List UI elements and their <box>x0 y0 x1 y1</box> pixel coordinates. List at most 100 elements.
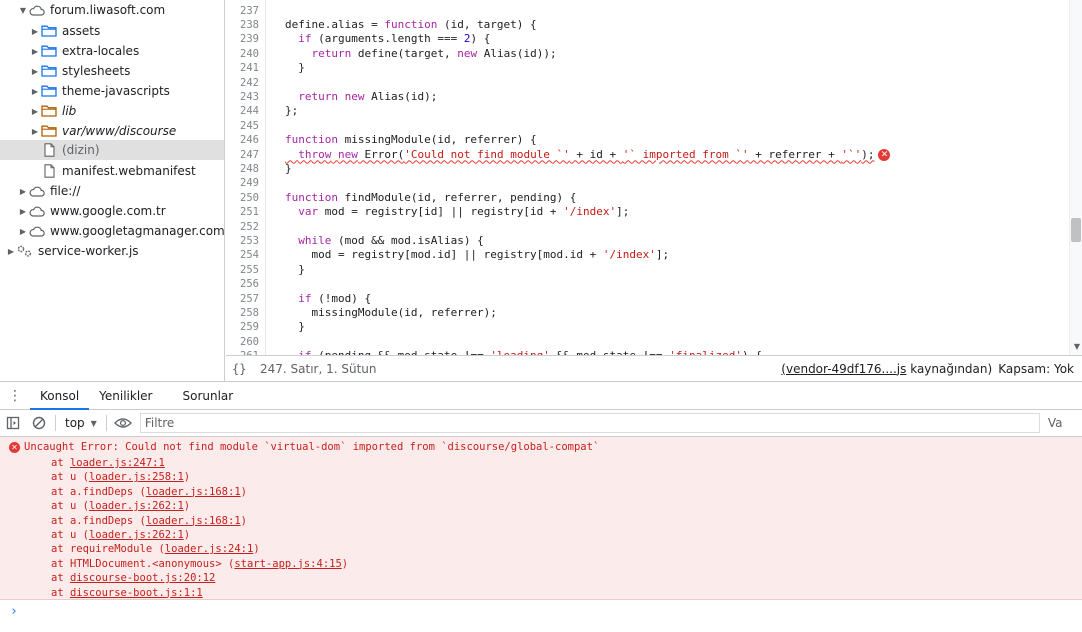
stack-frame-link[interactable]: loader.js:24:1 <box>165 543 254 555</box>
expand-arrow-right-icon[interactable]: ▶ <box>30 106 40 116</box>
log-levels-dropdown[interactable]: Va <box>1048 416 1063 430</box>
code-line[interactable]: missingModule(id, referrer); <box>285 306 496 320</box>
code-line-text: function missingModule(id, referrer) { <box>285 133 537 146</box>
tree-item[interactable]: ▶ lib <box>0 101 224 121</box>
code-line[interactable]: } <box>285 263 305 277</box>
console-prompt[interactable]: › <box>10 604 18 619</box>
tree-item[interactable]: ▼ forum.liwasoft.com <box>0 0 224 20</box>
stack-frame-link[interactable]: loader.js:262:1 <box>89 500 184 512</box>
expand-arrow-right-icon[interactable]: ▶ <box>30 26 40 36</box>
stack-frame-link[interactable]: discourse-boot.js:20:12 <box>70 572 215 584</box>
stack-frame-link[interactable]: loader.js:168:1 <box>146 515 241 527</box>
error-badge-icon[interactable]: ✕ <box>878 148 891 161</box>
code-line[interactable]: mod = registry[mod.id] || registry[mod.i… <box>285 248 669 262</box>
expand-arrow-down-icon[interactable]: ▼ <box>18 5 28 15</box>
tab-console[interactable]: Konsol <box>30 382 90 410</box>
live-expression-eye-icon[interactable] <box>110 411 136 435</box>
stack-frame-link[interactable]: loader.js:262:1 <box>89 529 184 541</box>
code-token: (!mod) { <box>311 291 372 305</box>
code-token: } <box>285 61 305 75</box>
code-line[interactable]: } <box>285 61 305 75</box>
tree-item-label: manifest.webmanifest <box>62 164 196 178</box>
stack-frame-link[interactable]: loader.js:247:1 <box>70 457 165 469</box>
clear-console-icon[interactable] <box>26 411 52 435</box>
more-options-icon[interactable]: ⋮ <box>0 388 30 404</box>
context-selector[interactable]: top ▼ <box>59 416 103 430</box>
tree-item[interactable]: (dizin) <box>0 140 224 160</box>
code-line-text: if (arguments.length === 2) { <box>285 32 490 45</box>
expand-arrow-right-icon[interactable]: ▶ <box>30 126 40 136</box>
code-line-text: return define(target, new Alias(id)); <box>285 47 557 60</box>
tree-item[interactable]: manifest.webmanifest <box>0 161 224 181</box>
stack-frame-link[interactable]: start-app.js:4:15 <box>234 558 341 570</box>
tree-item[interactable]: ▶ file:// <box>0 181 224 201</box>
code-token: '/index' <box>602 248 656 262</box>
code-line[interactable]: }; <box>285 104 298 118</box>
expand-arrow-right-icon[interactable]: ▶ <box>30 46 40 56</box>
tree-item-label: stylesheets <box>62 64 131 78</box>
expand-arrow-right-icon[interactable]: ▶ <box>18 186 28 196</box>
code-line[interactable]: if (arguments.length === 2) { <box>285 32 490 46</box>
expand-arrow-right-icon[interactable]: ▶ <box>30 86 40 96</box>
stack-frame: at loader.js:247:1 <box>51 456 165 470</box>
tree-item[interactable]: ▶ assets <box>0 21 224 41</box>
stack-frame-link[interactable]: loader.js:168:1 <box>146 486 241 498</box>
expand-arrow-right-icon[interactable]: ▶ <box>18 206 28 216</box>
code-line[interactable]: while (mod && mod.isAlias) { <box>285 234 483 248</box>
code-token: if <box>298 291 312 305</box>
tree-item[interactable]: ▶ stylesheets <box>0 61 224 81</box>
tree-item-label: forum.liwasoft.com <box>50 3 166 17</box>
expand-arrow-right-icon[interactable]: ▶ <box>18 226 28 236</box>
code-line[interactable]: throw new Error('Could not find module `… <box>285 147 891 162</box>
code-line[interactable]: return define(target, new Alias(id)); <box>285 47 557 61</box>
editor-scrollbar[interactable]: ▼ <box>1069 0 1082 355</box>
folder-icon <box>40 44 58 58</box>
source-map-link[interactable]: (vendor-49df176....js <box>781 362 906 376</box>
stack-frame-prefix: at HTMLDocument.<anonymous> ( <box>51 557 235 570</box>
code-line[interactable]: } <box>285 162 292 176</box>
stack-frame-prefix: at <box>51 457 70 469</box>
code-token: Error( <box>357 147 405 161</box>
expand-arrow-right-icon[interactable]: ▶ <box>30 66 40 76</box>
code-line[interactable]: if (!mod) { <box>285 292 371 306</box>
stack-frame-link[interactable]: loader.js:258:1 <box>89 471 184 483</box>
tab-whats-new[interactable]: Yenilikler <box>89 382 162 410</box>
code-token: '`' <box>841 147 862 161</box>
tree-item[interactable]: ▶ service-worker.js <box>0 241 224 261</box>
tab-issues[interactable]: Sorunlar <box>172 382 243 410</box>
line-number: 247 <box>240 148 259 161</box>
code-line[interactable]: } <box>285 320 305 334</box>
tree-item[interactable]: ▶ extra-locales <box>0 41 224 61</box>
line-number: 244 <box>240 105 259 118</box>
stack-frame-prefix: at a.findDeps ( <box>51 485 146 498</box>
tree-item-label: var/www/discourse <box>62 124 177 138</box>
code-line[interactable]: define.alias = function (id, target) { <box>285 18 537 32</box>
code-line[interactable]: return new Alias(id); <box>285 90 437 104</box>
tree-item[interactable]: ▶ www.google.com.tr <box>0 201 224 221</box>
code-line[interactable]: function missingModule(id, referrer) { <box>285 133 537 147</box>
sidebar-toggle-icon[interactable] <box>0 411 26 435</box>
tree-item[interactable]: ▶ var/www/discourse <box>0 121 224 141</box>
tab-whats-new-label: Yenilikler <box>99 388 153 403</box>
stack-frame-link[interactable]: discourse-boot.js:1:1 <box>70 587 203 599</box>
editor-status-bar: {} 247. Satır, 1. Sütun (vendor-49df176.… <box>226 355 1082 381</box>
line-number: 242 <box>240 76 259 89</box>
tab-console-label: Konsol <box>40 388 80 403</box>
tree-item[interactable]: ▶ www.googletagmanager.com <box>0 221 224 241</box>
code-line[interactable]: var mod = registry[id] || registry[id + … <box>285 205 629 219</box>
pretty-print-icon[interactable]: {} <box>232 362 252 376</box>
code-line-text: mod = registry[mod.id] || registry[mod.i… <box>285 248 669 261</box>
line-number: 248 <box>240 162 259 175</box>
filter-input[interactable] <box>139 413 1040 433</box>
scroll-down-arrow-icon[interactable]: ▼ <box>1074 342 1080 351</box>
scrollbar-thumb[interactable] <box>1071 218 1081 242</box>
toolbar-divider <box>55 415 56 431</box>
code-line[interactable]: function findModule(id, referrer, pendin… <box>285 191 576 205</box>
expand-arrow-right-icon[interactable]: ▶ <box>6 246 16 256</box>
source-editor[interactable]: 237 238 239 240 241 242 243 244 245 246 247 248 249 2… <box>226 0 1082 355</box>
code-line-text: return new Alias(id); <box>285 90 437 103</box>
tree-item[interactable]: ▶ theme-javascripts <box>0 81 224 101</box>
